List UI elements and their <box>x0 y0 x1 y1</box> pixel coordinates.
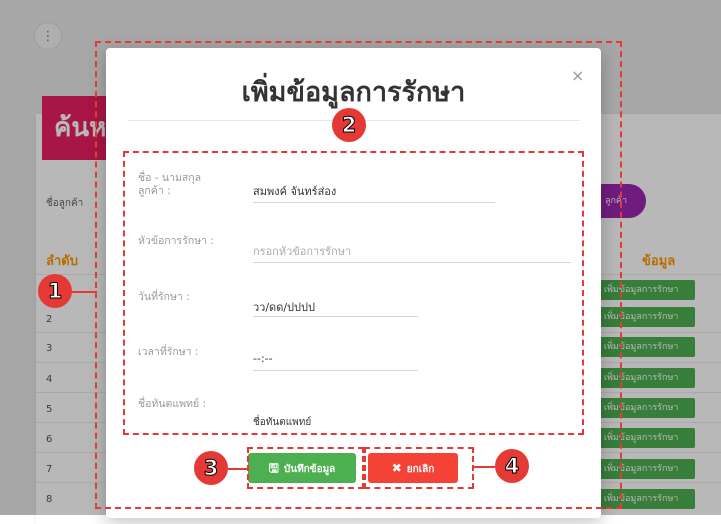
form-fields-highlight <box>123 151 584 435</box>
callout-3-leader <box>228 468 248 470</box>
callout-4: 4 <box>495 449 529 483</box>
callout-3: 3 <box>194 451 228 485</box>
callout-4-leader <box>473 466 495 468</box>
cancel-button-highlight <box>364 447 474 489</box>
callout-2-number: 2 <box>341 113 357 138</box>
callout-1-leader <box>69 291 97 293</box>
save-button-highlight <box>247 447 364 489</box>
callout-1-number: 1 <box>47 279 63 304</box>
callout-4-number: 4 <box>504 454 520 479</box>
callout-2: 2 <box>332 108 366 142</box>
callout-1: 1 <box>38 274 72 308</box>
callout-3-number: 3 <box>203 456 219 481</box>
